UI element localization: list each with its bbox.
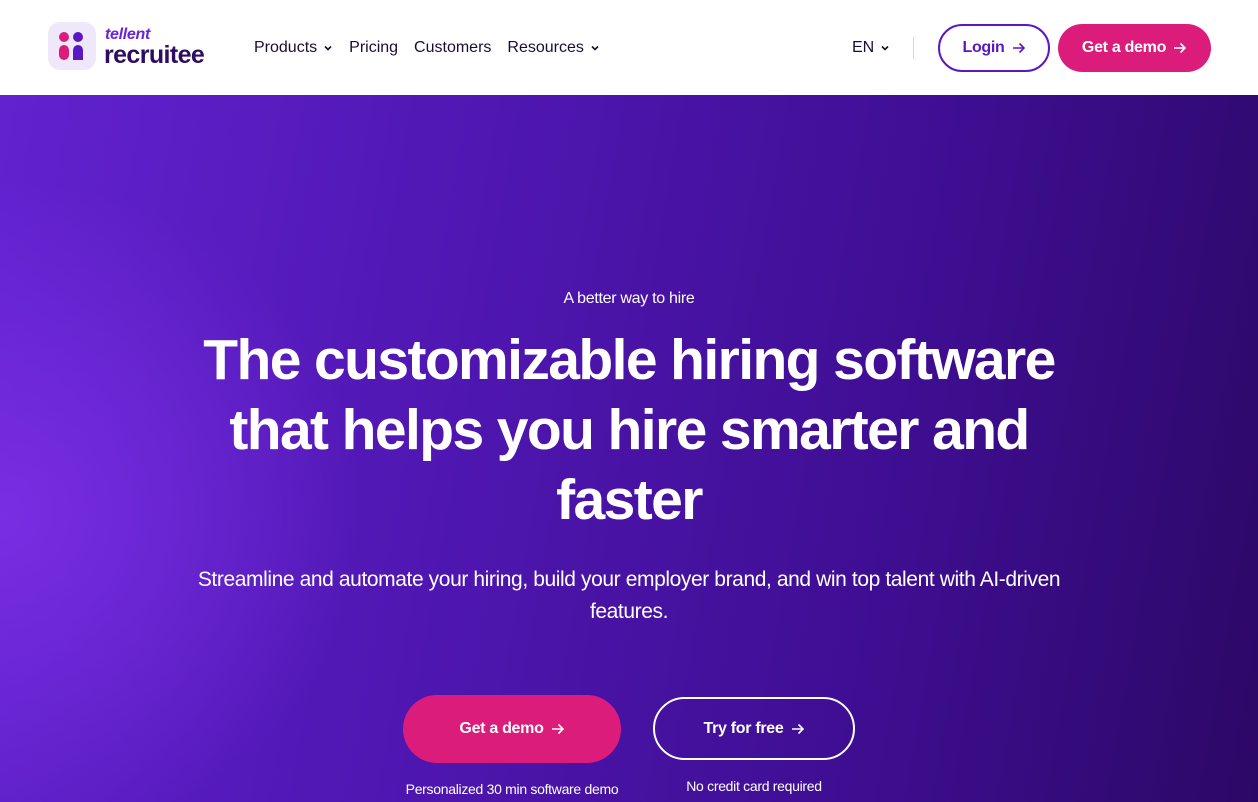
chevron-down-icon <box>881 45 889 51</box>
hero-section: A better way to hire The customizable hi… <box>0 95 1258 802</box>
login-button-label: Login <box>962 39 1005 56</box>
nav-item-label: Customers <box>414 39 492 56</box>
hero-get-demo-button[interactable]: Get a demo <box>403 695 621 763</box>
nav-item-label: Resources <box>507 39 584 56</box>
try-for-free-label: Try for free <box>703 719 784 737</box>
get-demo-button[interactable]: Get a demo <box>1058 24 1211 72</box>
demo-note: Personalized 30 min software demo <box>405 781 619 797</box>
login-button[interactable]: Login <box>938 24 1050 72</box>
chevron-down-icon <box>324 45 332 51</box>
hero-subheadline: Streamline and automate your hiring, bui… <box>197 568 1061 623</box>
logo-icon <box>48 22 96 70</box>
nav-item-label: Products <box>254 39 318 56</box>
arrow-right-icon <box>551 723 564 735</box>
main-nav: Products Pricing Customers Resources <box>254 37 600 59</box>
try-for-free-button[interactable]: Try for free <box>653 697 855 760</box>
nav-item-resources[interactable]: Resources <box>507 37 599 59</box>
hero-eyebrow: A better way to hire <box>563 290 695 307</box>
arrow-right-icon <box>1174 42 1187 54</box>
get-demo-button-label: Get a demo <box>1081 39 1167 56</box>
logo-text-recruitee: recruitee <box>104 41 205 69</box>
language-selector[interactable]: EN <box>852 37 890 59</box>
header-divider <box>913 37 914 59</box>
site-header: tellent recruitee Products Pricing Custo… <box>0 0 1258 96</box>
hero-headline: The customizable hiring software that he… <box>203 328 1056 532</box>
hero-get-demo-label: Get a demo <box>459 720 544 737</box>
nav-item-label: Pricing <box>349 39 399 56</box>
language-label: EN <box>852 39 875 56</box>
chevron-down-icon <box>591 45 599 51</box>
tellent-recruitee-logo[interactable]: tellent recruitee <box>48 22 218 74</box>
arrow-right-icon <box>791 723 804 734</box>
nav-item-pricing[interactable]: Pricing <box>349 37 398 59</box>
arrow-right-icon <box>1012 42 1025 54</box>
try-note: No credit card required <box>686 778 822 794</box>
nav-item-customers[interactable]: Customers <box>414 37 491 59</box>
nav-item-products[interactable]: Products <box>254 37 333 59</box>
